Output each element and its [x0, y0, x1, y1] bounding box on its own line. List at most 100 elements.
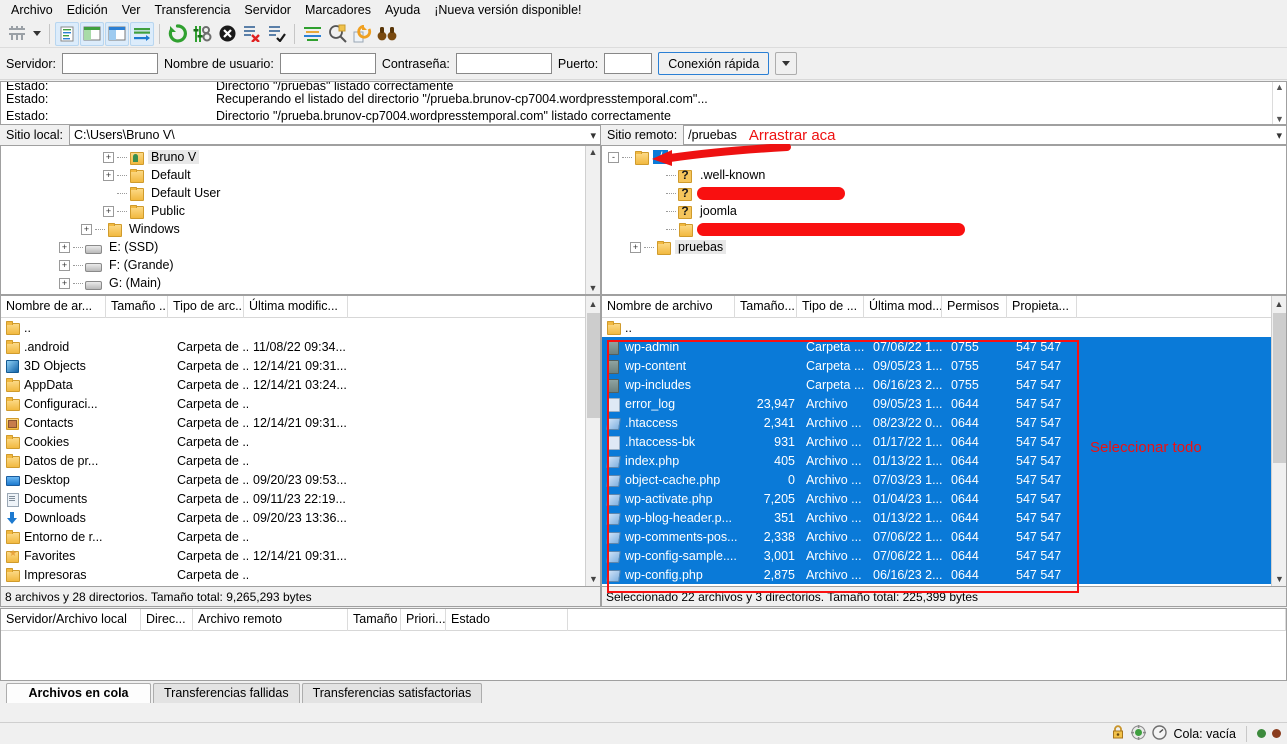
local-file-list[interactable]: Nombre de ar... Tamaño ... Tipo de arc..…	[0, 295, 601, 587]
disconnect-icon[interactable]	[240, 22, 264, 46]
remote-tree-node[interactable]: - /	[602, 148, 1286, 166]
column-header-type[interactable]: Tipo de ...	[797, 296, 864, 318]
table-row[interactable]: Datos de pr... Carpeta de ...	[1, 451, 600, 470]
chevron-down-icon[interactable]: ▾	[1276, 126, 1282, 144]
table-row[interactable]: Documents Carpeta de ... 09/11/23 22:19...	[1, 489, 600, 508]
remote-file-list[interactable]: Nombre de archivo Tamaño... Tipo de ... …	[601, 295, 1287, 587]
column-header-size[interactable]: Tamaño...	[735, 296, 797, 318]
scroll-up-icon[interactable]: ▲	[586, 296, 600, 311]
quickconnect-history-dropdown-icon[interactable]	[775, 52, 798, 75]
local-directory-tree[interactable]: ▲ ▼ + Bruno V + Default Default User + Public +…	[0, 145, 601, 295]
column-header-permissions[interactable]: Permisos	[942, 296, 1007, 318]
local-tree-node[interactable]: + Default	[1, 166, 600, 184]
menu-item-nueva-version[interactable]: ¡Nueva versión disponible!	[427, 1, 588, 19]
process-queue-icon[interactable]	[190, 22, 214, 46]
toggle-message-log-icon[interactable]	[55, 21, 79, 46]
tree-expander-icon[interactable]: +	[630, 241, 641, 253]
column-header-remote-file[interactable]: Archivo remoto	[193, 609, 348, 631]
local-file-list-scrollbar[interactable]: ▲ ▼	[585, 296, 600, 586]
tree-expander-icon[interactable]: +	[59, 241, 70, 253]
cancel-icon[interactable]	[215, 22, 239, 46]
table-row[interactable]: object-cache.php 0 Archivo ... 07/03/23 1..…	[602, 470, 1286, 489]
column-header-priority[interactable]: Priori...	[401, 609, 446, 631]
table-row[interactable]: Entorno de r... Carpeta de ...	[1, 527, 600, 546]
column-header-type[interactable]: Tipo de arc...	[168, 296, 244, 318]
tree-expander-icon[interactable]: +	[103, 169, 114, 181]
table-row[interactable]: Cookies Carpeta de ...	[1, 432, 600, 451]
table-row[interactable]: ..	[602, 318, 1286, 337]
local-tree-node[interactable]: + Windows	[1, 220, 600, 238]
menu-item-marcadores[interactable]: Marcadores	[298, 1, 378, 19]
local-tree-scrollbar[interactable]: ▲ ▼	[585, 146, 600, 294]
tree-expander-icon[interactable]: +	[103, 151, 114, 163]
toggle-remote-tree-icon[interactable]	[105, 21, 129, 46]
username-input[interactable]	[279, 53, 376, 74]
table-row[interactable]: Favorites Carpeta de ... 12/14/21 09:31...	[1, 546, 600, 565]
table-row[interactable]: wp-content Carpeta ... 09/05/23 1... 0755 54…	[602, 356, 1286, 375]
table-row[interactable]: AppData Carpeta de ... 12/14/21 03:24...	[1, 375, 600, 394]
table-row[interactable]: Configuraci... Carpeta de ...	[1, 394, 600, 413]
table-row[interactable]: index.php 405 Archivo ... 01/13/22 1... 0644…	[602, 451, 1286, 470]
tree-expander-icon[interactable]: +	[59, 259, 70, 271]
compare-directories-icon[interactable]	[325, 22, 349, 46]
tree-expander-icon[interactable]: +	[59, 277, 70, 289]
column-header-owner[interactable]: Propieta...	[1007, 296, 1077, 318]
settings-icon[interactable]	[1131, 724, 1147, 743]
remote-site-path-combobox[interactable]: /pruebas Arrastrar aca ▾	[683, 125, 1287, 145]
port-input[interactable]	[604, 53, 653, 74]
password-input[interactable]	[455, 53, 552, 74]
filter-icon[interactable]	[300, 22, 324, 46]
column-header-server-local-file[interactable]: Servidor/Archivo local	[1, 609, 141, 631]
local-site-path-combobox[interactable]: C:\Users\Bruno V\ ▾	[68, 125, 601, 145]
menu-item-edicion[interactable]: Edición	[60, 1, 115, 19]
table-row[interactable]: ..	[1, 318, 600, 337]
scroll-down-icon[interactable]: ▼	[1275, 114, 1284, 124]
tab-transferencias-fallidas[interactable]: Transferencias fallidas	[153, 683, 300, 703]
site-manager-dropdown-icon[interactable]	[30, 22, 44, 46]
reconnect-icon[interactable]	[265, 22, 289, 46]
tab-archivos-en-cola[interactable]: Archivos en cola	[6, 683, 151, 703]
tree-expander-icon[interactable]: +	[81, 223, 92, 235]
local-tree-node[interactable]: + Public	[1, 202, 600, 220]
local-tree-node[interactable]: + E: (SSD)	[1, 238, 600, 256]
remote-tree-node[interactable]: ?	[602, 184, 1286, 202]
menu-item-transferencia[interactable]: Transferencia	[147, 1, 237, 19]
table-row[interactable]: Downloads Carpeta de ... 09/20/23 13:36...	[1, 508, 600, 527]
remote-tree-node[interactable]: ? joomla	[602, 202, 1286, 220]
table-row[interactable]: wp-comments-pos... 2,338 Archivo ... 07/06/…	[602, 527, 1286, 546]
table-row[interactable]: .android Carpeta de ... 11/08/22 09:34...	[1, 337, 600, 356]
scroll-up-icon[interactable]: ▲	[589, 146, 598, 158]
table-row[interactable]: 3D Objects Carpeta de ... 12/14/21 09:31..…	[1, 356, 600, 375]
column-header-modified[interactable]: Última modific...	[244, 296, 348, 318]
remote-tree-node[interactable]: + pruebas	[602, 238, 1286, 256]
scroll-up-icon[interactable]: ▲	[1272, 296, 1286, 311]
server-input[interactable]	[62, 53, 159, 74]
toggle-transfer-queue-icon[interactable]	[130, 21, 154, 46]
column-header-name[interactable]: Nombre de archivo	[602, 296, 735, 318]
table-row[interactable]: wp-includes Carpeta ... 06/16/23 2... 0755 5…	[602, 375, 1286, 394]
remote-directory-tree[interactable]: - /? .well-known?? joomla + pruebas	[601, 145, 1287, 295]
refresh-icon[interactable]	[165, 22, 189, 46]
remote-tree-node[interactable]: ? .well-known	[602, 166, 1286, 184]
menu-item-archivo[interactable]: Archivo	[4, 1, 60, 19]
search-remote-files-icon[interactable]	[375, 22, 399, 46]
tree-expander-icon[interactable]: +	[103, 205, 114, 217]
local-tree-node[interactable]: + Bruno V	[1, 148, 600, 166]
column-header-name[interactable]: Nombre de ar...	[1, 296, 106, 318]
table-row[interactable]: Impresoras Carpeta de ...	[1, 565, 600, 584]
column-header-modified[interactable]: Última mod...	[864, 296, 942, 318]
table-row[interactable]: wp-activate.php 7,205 Archivo ... 01/04/23 …	[602, 489, 1286, 508]
column-header-size[interactable]: Tamaño ...	[106, 296, 168, 318]
table-row[interactable]: wp-config-sample.... 3,001 Archivo ... 07/0…	[602, 546, 1286, 565]
transfer-queue[interactable]: Servidor/Archivo local Direc... Archivo …	[0, 608, 1287, 681]
table-row[interactable]: wp-admin Carpeta ... 07/06/22 1... 0755 547 …	[602, 337, 1286, 356]
toggle-local-tree-icon[interactable]	[80, 21, 104, 46]
local-tree-node[interactable]: + F: (Grande)	[1, 256, 600, 274]
menu-item-ayuda[interactable]: Ayuda	[378, 1, 427, 19]
message-log-scrollbar[interactable]: ▲ ▼	[1272, 82, 1286, 124]
scrollbar-thumb[interactable]	[1273, 313, 1286, 463]
local-tree-node[interactable]: + G: (Main)	[1, 274, 600, 292]
scrollbar-thumb[interactable]	[587, 313, 600, 418]
scroll-down-icon[interactable]: ▼	[589, 282, 598, 294]
local-tree-node[interactable]: Default User	[1, 184, 600, 202]
